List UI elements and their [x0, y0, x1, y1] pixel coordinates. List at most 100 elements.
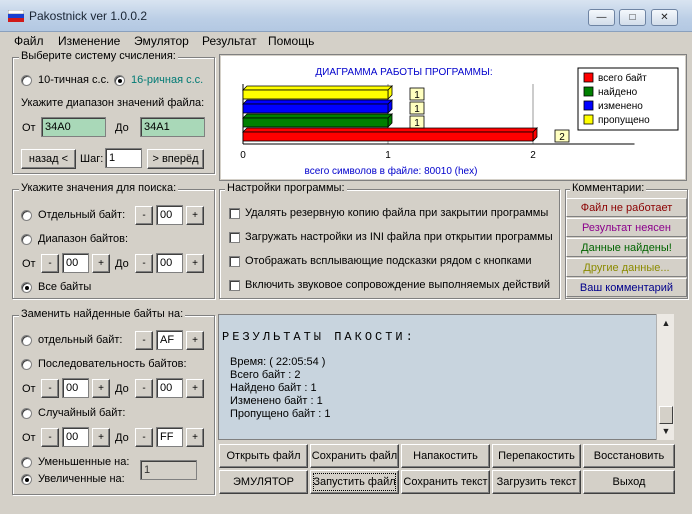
radio-hex[interactable] [114, 75, 125, 86]
scroll-down-icon[interactable]: ▼ [658, 423, 674, 439]
scroll-up-icon[interactable]: ▲ [658, 315, 674, 331]
menu-edit[interactable]: Изменение [58, 34, 120, 48]
radio-hex-label: 16-ричная с.с. [131, 74, 204, 86]
menu-file[interactable]: Файл [14, 34, 44, 48]
range-title: Укажите диапазон значений файла: [21, 97, 205, 109]
radio-decimal[interactable] [21, 75, 32, 86]
seq-from-input[interactable]: 00 [62, 378, 89, 398]
delta-input[interactable]: 1 [140, 460, 197, 480]
legend-label: найдено [598, 87, 638, 98]
range-from-label: От [22, 122, 36, 134]
maximize-button[interactable]: □ [619, 9, 646, 26]
radio-replace-random[interactable] [21, 408, 32, 419]
redo-mischief-button[interactable]: Перепакостить [492, 444, 581, 468]
legend-label: пропущено [598, 115, 650, 126]
chart-xlabel: всего символов в файле: 80010 (hex) [305, 165, 478, 177]
chart-marks: 0 1 2 2 1 1 1 [240, 84, 635, 161]
radio-single-byte[interactable] [21, 210, 32, 221]
result-skipped: Пропущено байт : 1 [230, 408, 331, 420]
chart-tick-label: 1 [385, 150, 391, 161]
radio-all-bytes[interactable] [21, 282, 32, 293]
radio-replace-sequence[interactable] [21, 359, 32, 370]
seq-from-minus[interactable]: - [41, 379, 59, 398]
setting-tooltips-checkbox[interactable] [229, 256, 240, 267]
emulator-button[interactable]: ЭМУЛЯТОР [219, 470, 308, 494]
chart-bar-top [242, 127, 538, 133]
make-mischief-button[interactable]: Напакостить [401, 444, 490, 468]
radio-increased[interactable] [21, 474, 32, 485]
rnd-to-plus[interactable]: + [186, 428, 204, 447]
single-byte-minus[interactable]: - [135, 206, 153, 225]
chart-tick-label: 0 [240, 150, 246, 161]
seq-to-minus[interactable]: - [135, 379, 153, 398]
exit-button[interactable]: Выход [583, 470, 675, 494]
replace-single-input[interactable]: AF [156, 330, 183, 350]
seq-from-plus[interactable]: + [92, 379, 110, 398]
load-text-button[interactable]: Загрузить текст [492, 470, 581, 494]
menu-result[interactable]: Результат [202, 34, 257, 48]
radio-decreased[interactable] [21, 457, 32, 468]
minimize-button[interactable]: — [588, 9, 615, 26]
rnd-to-input[interactable]: FF [156, 427, 183, 447]
seq-to-plus[interactable]: + [186, 379, 204, 398]
results-scrollbar[interactable]: ▲ ▼ [656, 314, 674, 440]
search-from-label: От [22, 258, 36, 270]
search-from-minus[interactable]: - [41, 254, 59, 273]
back-button[interactable]: назад < [21, 149, 76, 169]
comment-other-data[interactable]: Другие данные... [566, 258, 687, 277]
search-to-minus[interactable]: - [135, 254, 153, 273]
search-to-plus[interactable]: + [186, 254, 204, 273]
comment-file-broken[interactable]: Файл не работает [566, 198, 687, 217]
chart-bar-top [242, 113, 393, 119]
result-total: Всего байт : 2 [230, 369, 301, 381]
setting-delete-backup-checkbox[interactable] [229, 208, 240, 219]
comment-other-data-label: Другие данные... [583, 261, 670, 274]
window-title: Pakostnick ver 1.0.0.2 [29, 9, 148, 23]
comment-data-found[interactable]: Данные найдены! [566, 238, 687, 257]
range-to-input[interactable]: 34A1 [140, 117, 205, 137]
comment-your-comment-label: Ваш комментарий [579, 281, 674, 294]
chart-data-label: 1 [414, 118, 420, 129]
rnd-from-minus[interactable]: - [41, 428, 59, 447]
seq-to-input[interactable]: 00 [156, 378, 183, 398]
setting-sound-checkbox[interactable] [229, 280, 240, 291]
replace-single-minus[interactable]: - [135, 331, 153, 350]
chart-data-label: 1 [414, 104, 420, 115]
chart-data-label: 1 [414, 90, 420, 101]
search-to-input[interactable]: 00 [156, 253, 183, 273]
comment-your-comment[interactable]: Ваш комментарий [566, 278, 687, 297]
save-file-button[interactable]: Сохранить файл [310, 444, 399, 468]
comment-result-unclear[interactable]: Результат неясен [566, 218, 687, 237]
step-input[interactable]: 1 [105, 148, 142, 168]
menu-emulator[interactable]: Эмулятор [134, 34, 189, 48]
replace-single-plus[interactable]: + [186, 331, 204, 350]
radio-replace-single[interactable] [21, 335, 32, 346]
close-icon: ✕ [660, 12, 669, 23]
legend-label: изменено [598, 101, 643, 112]
scroll-thumb[interactable] [659, 406, 673, 424]
legend-swatch [583, 114, 594, 125]
minimize-icon: — [596, 12, 607, 23]
setting-delete-backup-label: Удалять резервную копию файла при закрыт… [245, 207, 549, 219]
menu-help[interactable]: Помощь [268, 34, 314, 48]
search-from-plus[interactable]: + [92, 254, 110, 273]
close-button[interactable]: ✕ [651, 9, 678, 26]
radio-byte-range[interactable] [21, 234, 32, 245]
range-from-input[interactable]: 34A0 [41, 117, 106, 137]
forward-button[interactable]: > вперёд [147, 149, 204, 169]
save-text-button[interactable]: Сохранить текст [401, 470, 490, 494]
radio-decimal-label: 10-тичная с.с. [38, 74, 110, 86]
rnd-to-minus[interactable]: - [135, 428, 153, 447]
rnd-from-plus[interactable]: + [92, 428, 110, 447]
setting-load-ini-checkbox[interactable] [229, 232, 240, 243]
rnd-from-input[interactable]: 00 [62, 427, 89, 447]
run-file-button[interactable]: Запустить файл [310, 470, 399, 494]
restore-button[interactable]: Восстановить [583, 444, 675, 468]
search-from-input[interactable]: 00 [62, 253, 89, 273]
chart-area: ДИАГРАММА РАБОТЫ ПРОГРАММЫ: всего символ… [221, 56, 685, 179]
replace-random-label: Случайный байт: [38, 407, 126, 419]
replace-sequence-label: Последовательность байтов: [38, 358, 187, 370]
single-byte-plus[interactable]: + [186, 206, 204, 225]
open-file-button[interactable]: Открыть файл [219, 444, 308, 468]
single-byte-input[interactable]: 00 [156, 205, 183, 225]
